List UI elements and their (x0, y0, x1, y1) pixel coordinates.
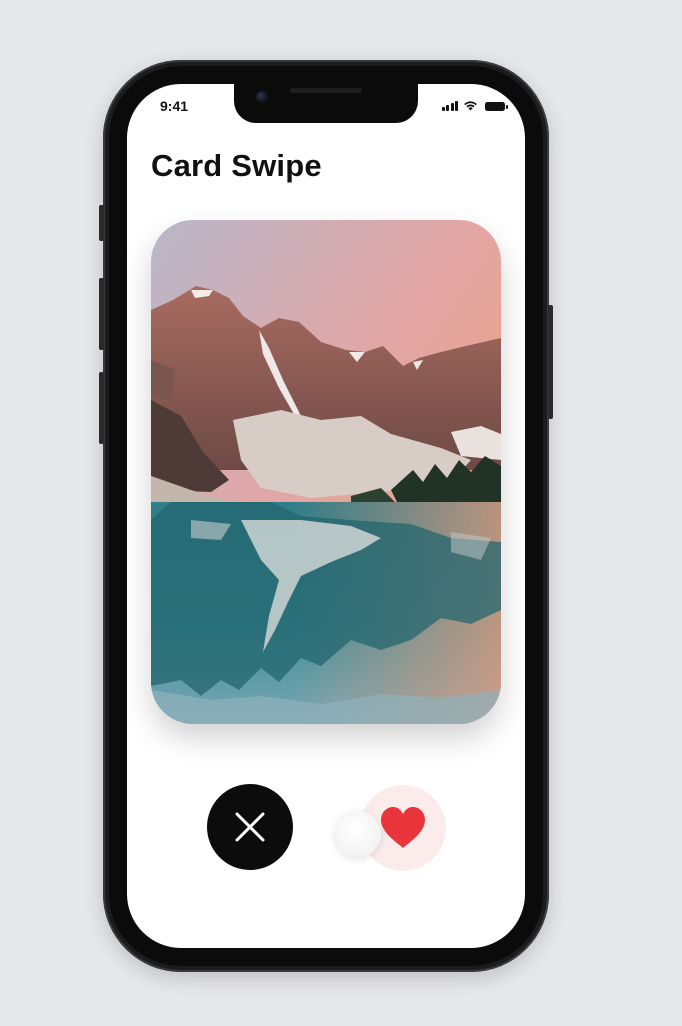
action-button (99, 205, 104, 241)
front-camera (256, 91, 268, 103)
heart-icon (381, 807, 425, 848)
volume-up-button (99, 278, 104, 350)
signal-icon (441, 100, 458, 111)
stage: 9:41 Card Swipe (0, 0, 682, 1026)
wifi-icon (464, 101, 477, 111)
earpiece-speaker (290, 88, 362, 93)
battery-icon (485, 102, 508, 111)
like-button[interactable] (374, 799, 432, 857)
volume-down-button (99, 372, 104, 444)
swipe-card[interactable] (151, 220, 501, 724)
landscape-image (151, 220, 501, 724)
close-icon (235, 812, 265, 842)
status-icons (441, 99, 508, 111)
notch (234, 84, 418, 123)
action-bar (127, 784, 525, 874)
dislike-button[interactable] (207, 784, 293, 870)
home-indicator[interactable] (259, 934, 393, 939)
status-time: 9:41 (160, 98, 189, 114)
phone-screen: 9:41 Card Swipe (127, 84, 525, 948)
page-title: Card Swipe (151, 148, 322, 183)
power-button (548, 305, 553, 419)
